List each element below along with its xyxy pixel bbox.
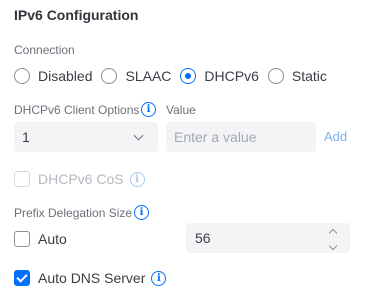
cos-option: DHCPv6 CoS i (14, 171, 145, 187)
increment-icon[interactable] (328, 228, 338, 238)
chevron-down-icon (133, 130, 144, 140)
radio-label-dhcpv6: DHCPv6 (204, 68, 259, 84)
prefix-size-value: 56 (195, 230, 211, 246)
radio-static[interactable] (267, 68, 284, 84)
connection-radio-group: Disabled SLAAC DHCPv6 Static (14, 66, 336, 86)
auto-dns-option: Auto DNS Server i (14, 270, 167, 286)
value-input-placeholder: Enter a value (174, 129, 257, 145)
cos-checkbox[interactable] (14, 171, 30, 187)
prefix-auto-checkbox[interactable] (14, 231, 30, 247)
info-icon[interactable]: i (129, 171, 145, 187)
info-icon[interactable]: i (134, 205, 149, 220)
prefix-auto-label: Auto (38, 231, 67, 247)
prefix-auto-option: Auto (14, 231, 67, 247)
auto-dns-checkbox[interactable] (14, 270, 30, 286)
radio-option-dhcpv6[interactable]: DHCPv6 (180, 68, 259, 84)
client-option-select[interactable]: 1 (14, 122, 158, 152)
radio-option-slaac[interactable]: SLAAC (101, 68, 171, 84)
radio-disabled[interactable] (14, 68, 30, 84)
radio-label-slaac: SLAAC (125, 68, 172, 84)
radio-option-static[interactable]: Static (267, 68, 327, 84)
radio-dhcpv6[interactable] (180, 68, 197, 84)
connection-label: Connection (14, 43, 75, 57)
prefix-size-stepper[interactable]: 56 (186, 223, 350, 253)
decrement-icon[interactable] (328, 241, 338, 251)
client-options-label: DHCPv6 Client Options (14, 103, 140, 117)
prefix-delegation-label: Prefix Delegation Size (14, 206, 133, 220)
info-icon[interactable]: i (151, 270, 167, 286)
ipv6-configuration-panel: IPv6 Configuration Connection Disabled S… (0, 0, 366, 304)
section-title: IPv6 Configuration (14, 7, 139, 23)
value-label: Value (166, 103, 196, 117)
radio-slaac[interactable] (101, 68, 118, 84)
info-icon[interactable]: i (141, 102, 156, 117)
radio-option-disabled[interactable]: Disabled (14, 68, 92, 84)
radio-label-disabled: Disabled (38, 68, 93, 84)
cos-label: DHCPv6 CoS (38, 171, 124, 187)
add-button[interactable]: Add (324, 129, 347, 144)
value-input[interactable]: Enter a value (166, 122, 316, 152)
auto-dns-label: Auto DNS Server (38, 270, 146, 286)
client-option-select-value: 1 (22, 129, 30, 145)
radio-label-static: Static (291, 68, 327, 84)
